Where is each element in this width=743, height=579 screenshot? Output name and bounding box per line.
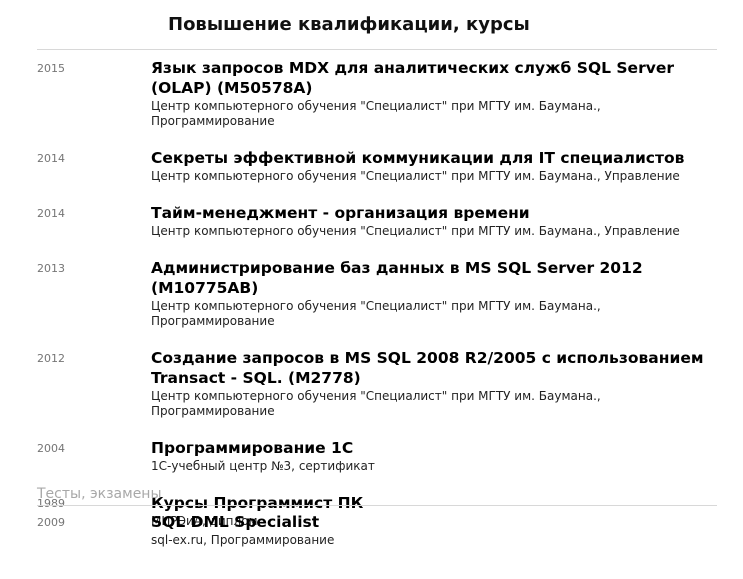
- course-organization: Центр компьютерного обучения "Специалист…: [151, 299, 601, 328]
- course-organization: 1С-учебный центр №3, сертификат: [151, 459, 375, 473]
- course-year: 2004: [37, 442, 65, 455]
- course-title: Курсы Программист ПК: [151, 494, 364, 512]
- course-year: 2013: [37, 262, 65, 275]
- course-item: 2013 Администрирование баз данных в MS S…: [37, 258, 717, 329]
- test-title: SQL DML Specialist: [151, 513, 320, 531]
- course-organization: Центр компьютерного обучения "Специалист…: [151, 99, 601, 128]
- course-title: Секреты эффективной коммуникации для IT …: [151, 149, 685, 167]
- course-title: Администрирование баз данных в MS SQL Se…: [151, 259, 643, 297]
- test-item: 2009 SQL DML Specialist sql-ex.ru, Прогр…: [37, 512, 717, 548]
- course-year: 2014: [37, 207, 65, 220]
- course-organization: Центр компьютерного обучения "Специалист…: [151, 224, 680, 238]
- tests-heading: Тесты, экзамены: [37, 486, 162, 502]
- course-title: Создание запросов в MS SQL 2008 R2/2005 …: [151, 349, 704, 387]
- tests-divider: [37, 505, 717, 506]
- course-item: 2012 Создание запросов в MS SQL 2008 R2/…: [37, 348, 717, 419]
- courses-list: 2015 Язык запросов MDX для аналитических…: [37, 58, 717, 529]
- course-organization: Центр компьютерного обучения "Специалист…: [151, 169, 680, 183]
- course-item: 2015 Язык запросов MDX для аналитических…: [37, 58, 717, 129]
- course-organization: Центр компьютерного обучения "Специалист…: [151, 389, 601, 418]
- test-organization: sql-ex.ru, Программирование: [151, 533, 335, 547]
- courses-heading: Повышение квалификации, курсы: [168, 14, 530, 35]
- courses-divider: [37, 49, 717, 50]
- course-title: Тайм-менеджмент - организация времени: [151, 204, 530, 222]
- test-year: 2009: [37, 516, 65, 529]
- course-item: 2014 Тайм-менеджмент - организация време…: [37, 203, 717, 239]
- tests-list: 2009 SQL DML Specialist sql-ex.ru, Прогр…: [37, 512, 717, 548]
- course-year: 2014: [37, 152, 65, 165]
- course-title: Язык запросов MDX для аналитических служ…: [151, 59, 674, 97]
- course-year: 2012: [37, 352, 65, 365]
- course-year: 2015: [37, 62, 65, 75]
- course-title: Программирование 1С: [151, 439, 354, 457]
- course-item: 2014 Секреты эффективной коммуникации дл…: [37, 148, 717, 184]
- course-item: 2004 Программирование 1С 1С-учебный цент…: [37, 438, 717, 474]
- resume-page: Повышение квалификации, курсы 2015 Язык …: [0, 0, 743, 579]
